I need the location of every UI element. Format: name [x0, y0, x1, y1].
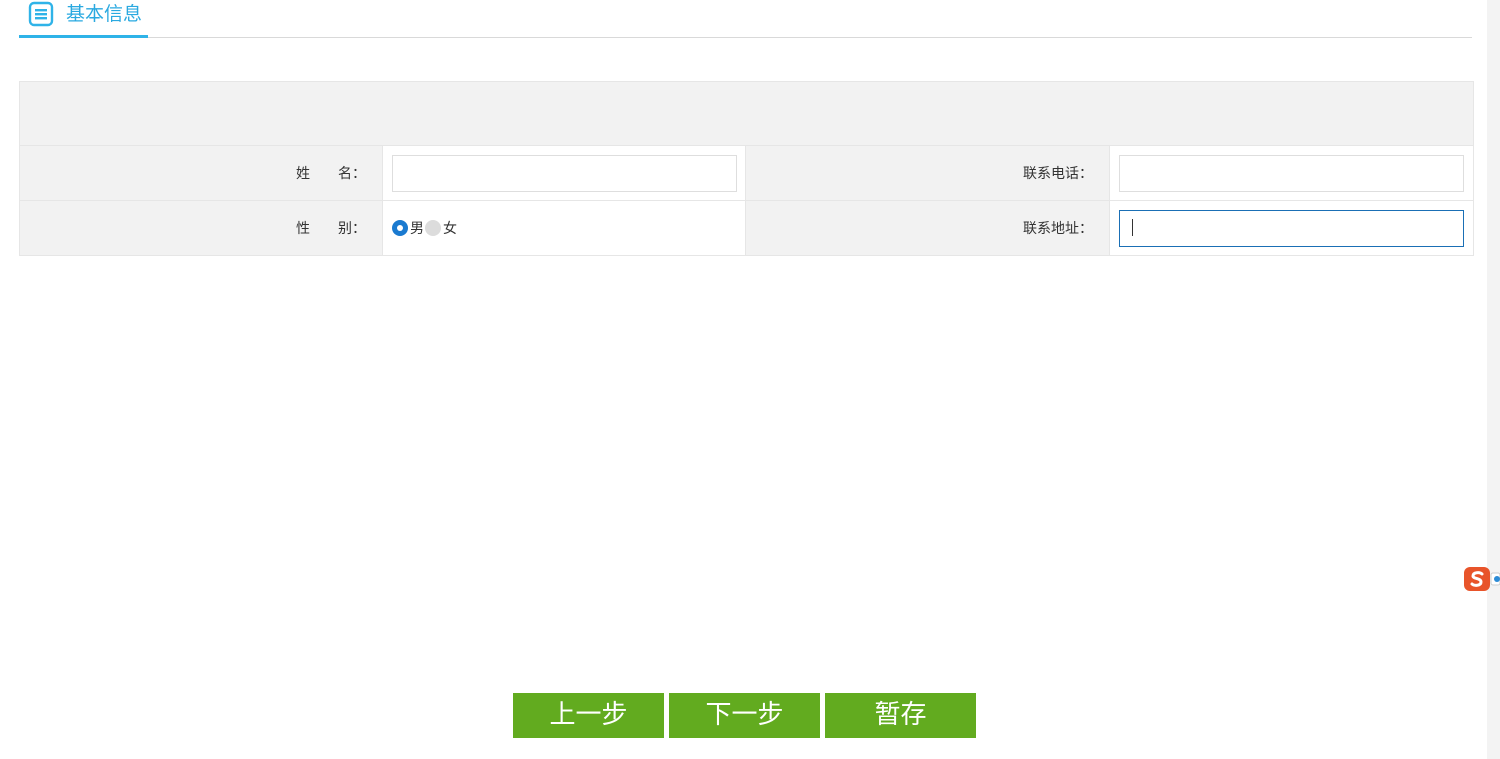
gender-label-part-1: 性 [296, 221, 310, 237]
phone-cell [1109, 145, 1474, 201]
form-header-row [19, 81, 1474, 146]
name-label-part-2: 名： [338, 166, 366, 182]
form-header-cell [19, 81, 1474, 146]
prev-step-button[interactable]: 上一步 [513, 693, 664, 738]
gender-radio-female[interactable] [425, 220, 441, 236]
list-doc-icon [28, 1, 54, 27]
sogou-ime-icon[interactable] [1464, 565, 1500, 593]
gender-label-part-2: 别： [338, 221, 366, 237]
next-step-button[interactable]: 下一步 [669, 693, 820, 738]
form-row-gender-address: 性 别： 男 女 联系地址： [19, 200, 1474, 256]
section-title: 基本信息 [66, 3, 143, 25]
scrollbar-track[interactable] [1487, 0, 1500, 759]
gender-label-male[interactable]: 男 [410, 218, 424, 238]
gender-cell: 男 女 [382, 200, 746, 256]
address-label: 联系地址： [745, 200, 1110, 256]
phone-label: 联系电话： [745, 145, 1110, 201]
name-label-part-1: 姓 [296, 166, 310, 182]
gender-radio-male[interactable] [392, 220, 408, 236]
page: 基本信息 姓 名： 联系电话： 性 别： 男 女 联系地址： 上一步 下一步 暂存 [0, 0, 1500, 759]
address-cell [1109, 200, 1474, 256]
gender-label-female[interactable]: 女 [443, 218, 457, 238]
section-header: 基本信息 [19, 0, 1472, 38]
phone-input[interactable] [1119, 154, 1464, 192]
gender-radio-group: 男 女 [392, 218, 745, 238]
save-draft-button[interactable]: 暂存 [825, 693, 976, 738]
text-caret [1132, 219, 1133, 236]
address-input[interactable] [1119, 209, 1464, 247]
basic-info-form: 姓 名： 联系电话： 性 别： 男 女 联系地址： [19, 81, 1474, 256]
gender-label: 性 别： [19, 200, 383, 256]
name-input[interactable] [392, 154, 737, 192]
form-row-name-phone: 姓 名： 联系电话： [19, 145, 1474, 201]
name-label: 姓 名： [19, 145, 383, 201]
section-tab-basic-info[interactable]: 基本信息 [19, 0, 148, 38]
action-button-bar: 上一步 下一步 暂存 [513, 693, 976, 738]
name-cell [382, 145, 746, 201]
